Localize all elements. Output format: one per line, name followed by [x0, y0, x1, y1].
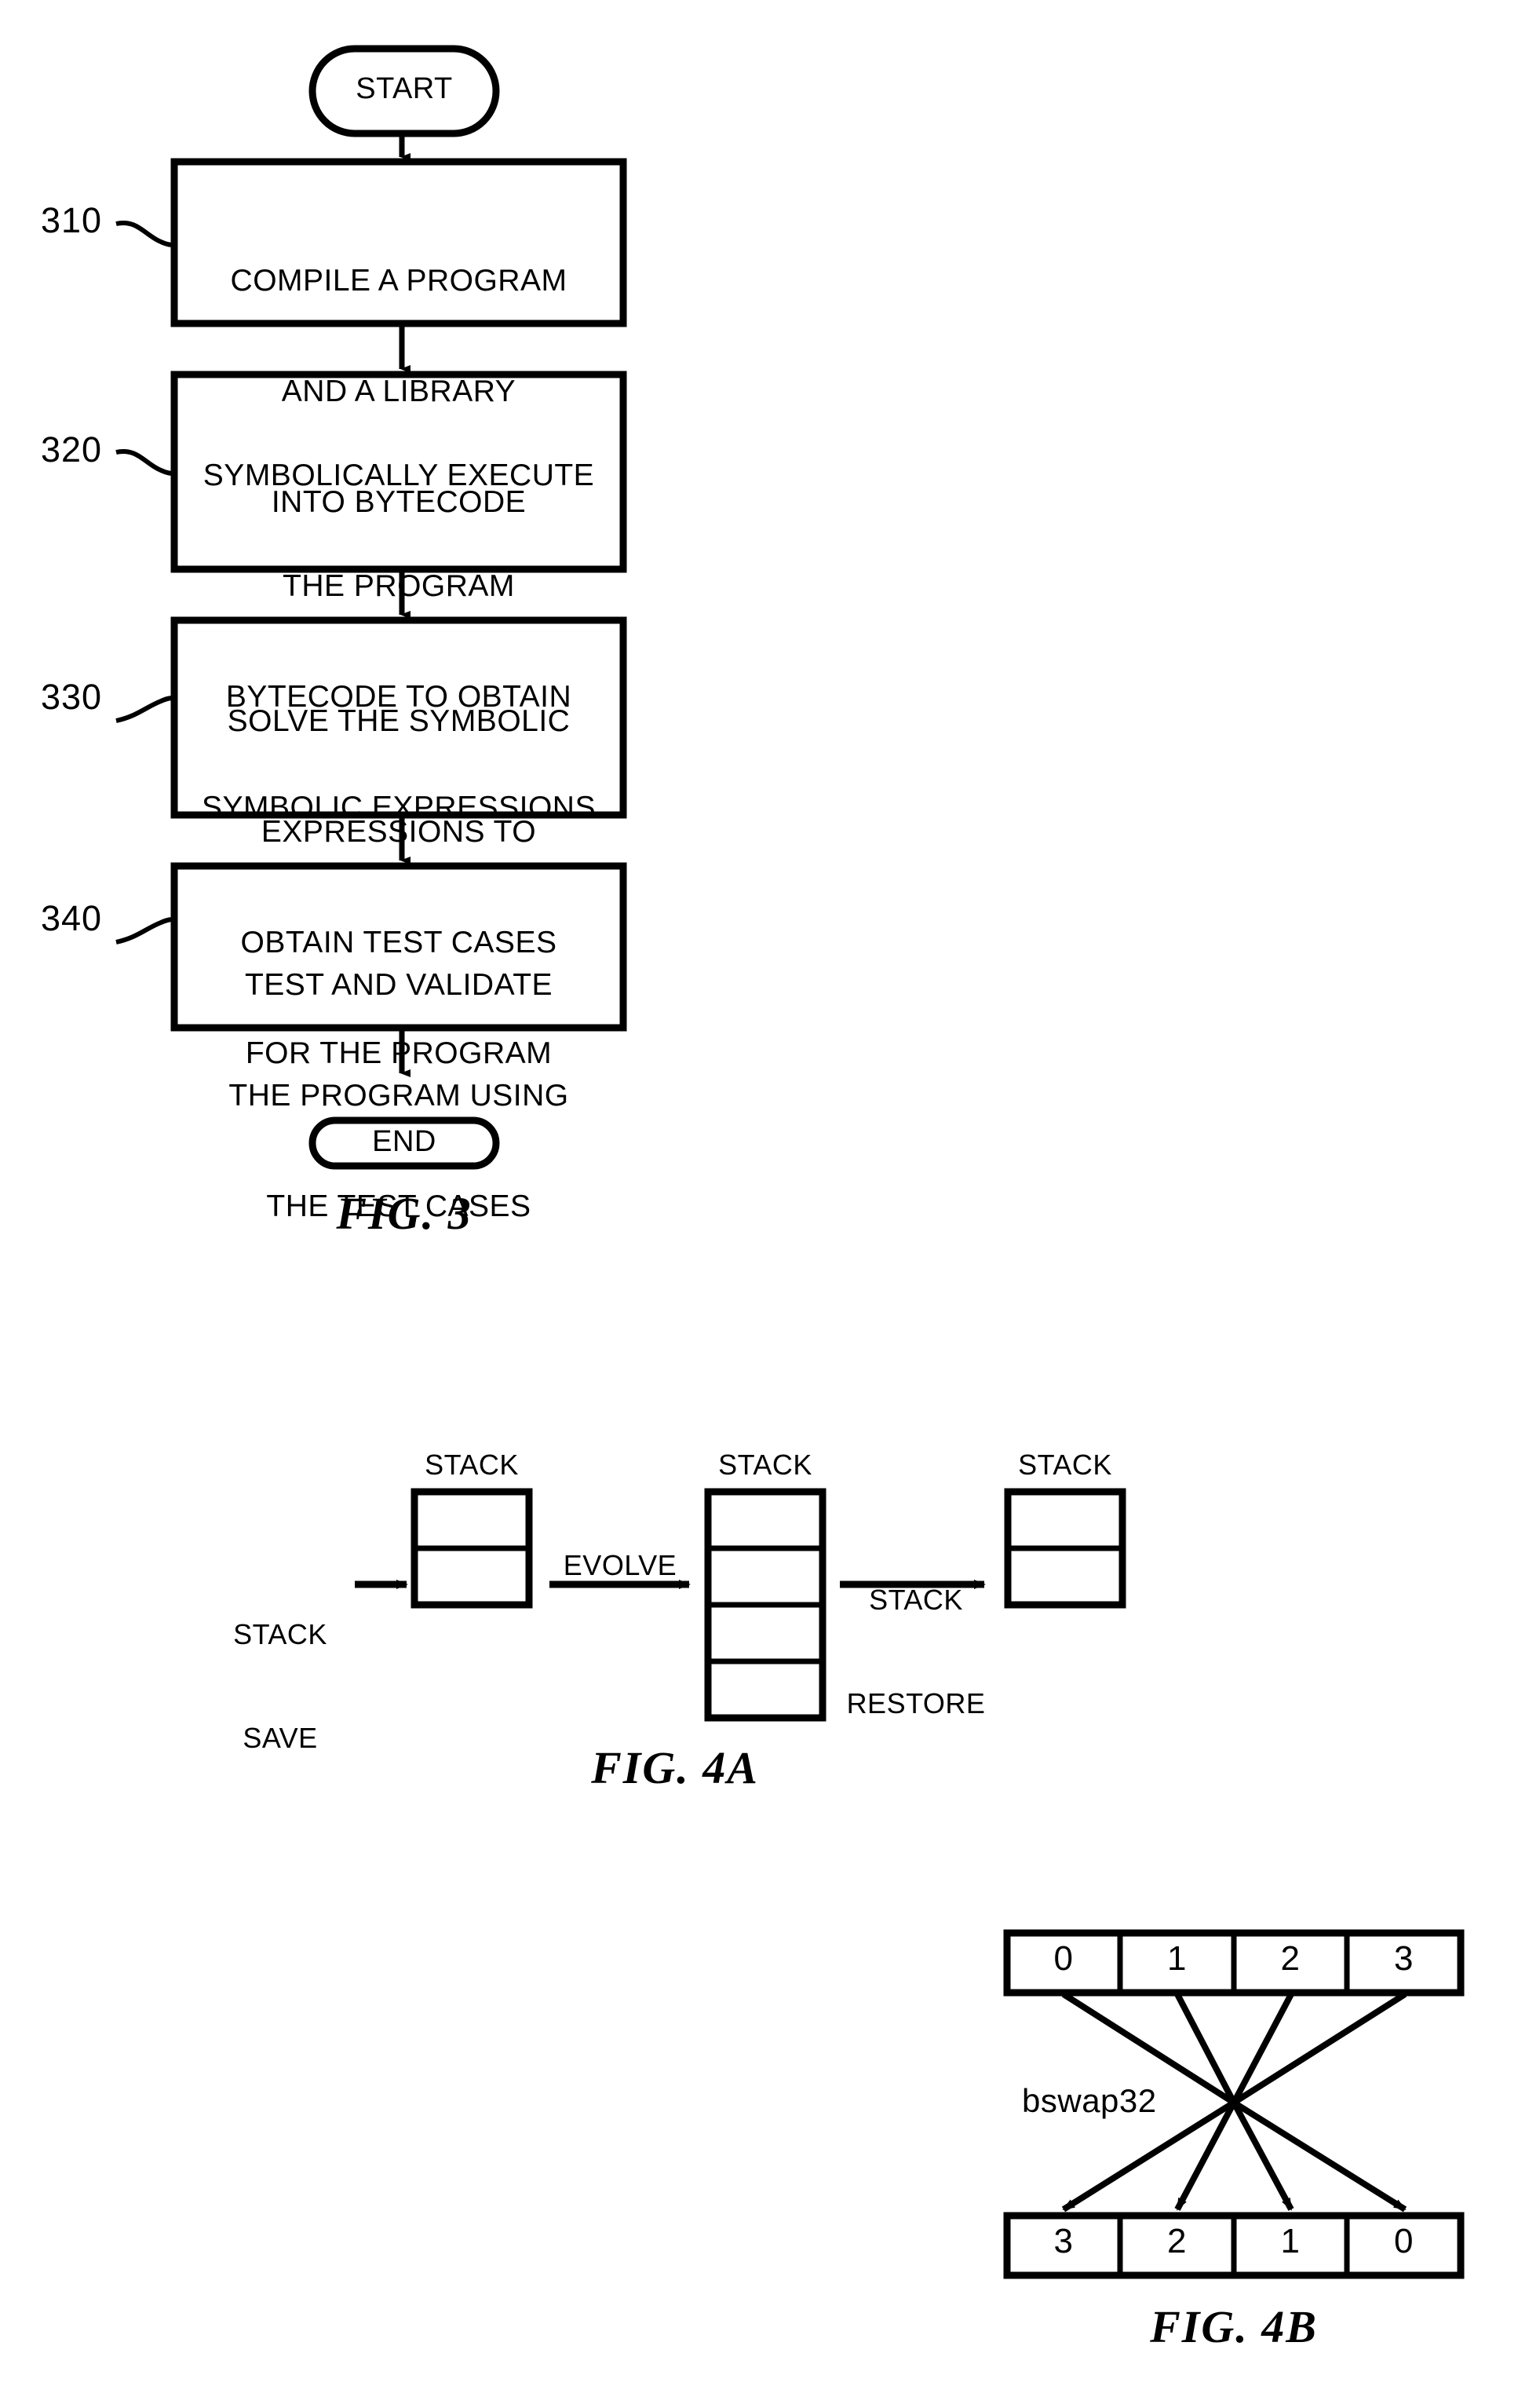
leader-330	[115, 696, 175, 723]
stack-1-outline	[411, 1488, 533, 1609]
input-byte-3: 3	[1394, 1939, 1414, 1978]
ref-number-330: 330	[41, 677, 103, 717]
output-byte-1: 2	[1167, 2222, 1187, 2260]
output-byte-3: 0	[1394, 2222, 1414, 2260]
fig3-caption: FIG. 3	[336, 1188, 473, 1239]
output-byte-2: 1	[1280, 2222, 1301, 2260]
stack-2-title: STACK	[718, 1449, 812, 1481]
bswap32-label: bswap32	[1022, 2082, 1157, 2119]
evolve-label: EVOLVE	[563, 1549, 677, 1581]
input-byte-0: 0	[1053, 1939, 1074, 1978]
stack-1-title: STACK	[425, 1449, 519, 1481]
step-340-line-2: THE PROGRAM USING	[228, 1079, 569, 1113]
stack-restore-line-1: STACK	[869, 1584, 963, 1616]
step-340-line-1: TEST AND VALIDATE	[244, 968, 553, 1002]
stack-restore-label: STACK RESTORE	[841, 1514, 991, 1790]
leader-340	[115, 917, 175, 945]
step-310-line-1: COMPILE A PROGRAM	[230, 264, 567, 298]
input-byte-2: 2	[1280, 1939, 1301, 1978]
ref-number-320: 320	[41, 429, 103, 470]
step-330-line-1: SOLVE THE SYMBOLIC	[227, 704, 571, 738]
leader-320	[115, 448, 175, 476]
stack-restore-line-2: RESTORE	[846, 1687, 986, 1719]
fig4a-caption: FIG. 4A	[591, 1742, 759, 1793]
end-terminal-label: END	[372, 1125, 436, 1158]
stack-3-outline	[1004, 1488, 1126, 1609]
output-byte-0: 3	[1053, 2222, 1074, 2260]
ref-number-340: 340	[41, 898, 103, 938]
start-terminal-label: START	[356, 72, 453, 105]
ref-number-310: 310	[41, 200, 103, 240]
input-byte-1: 1	[1167, 1939, 1187, 1978]
stack-save-line-2: SAVE	[243, 1722, 318, 1754]
leader-310	[115, 220, 175, 247]
fig4b-caption: FIG. 4B	[1150, 2301, 1318, 2352]
stack-save-label: STACK SAVE	[206, 1548, 355, 1825]
patent-drawing-sheet: START 310 COMPILE A PROGRAM AND A LIBRAR…	[0, 0, 1518, 2408]
step-320-line-2: THE PROGRAM	[283, 569, 515, 603]
step-320-line-1: SYMBOLICALLY EXECUTE	[203, 459, 595, 492]
fig4a-linework	[355, 1488, 1126, 1722]
step-330-line-2: EXPRESSIONS TO	[261, 815, 537, 849]
stack-2-outline	[704, 1488, 827, 1722]
stack-3-title: STACK	[1018, 1449, 1112, 1481]
stack-save-line-1: STACK	[233, 1618, 327, 1650]
